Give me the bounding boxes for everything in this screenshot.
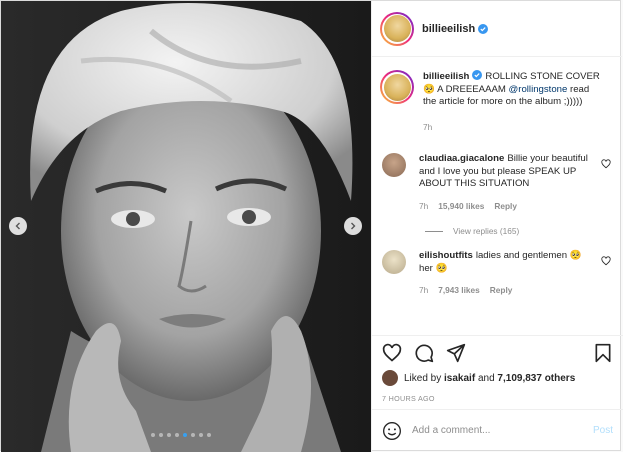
carousel-dot	[159, 433, 163, 437]
post-actions: Liked by isakaif and 7,109,837 others 7 …	[372, 335, 623, 409]
emoji-icon[interactable]	[382, 421, 402, 441]
post-time: 7 HOURS AGO	[382, 394, 435, 403]
save-button[interactable]	[593, 343, 613, 363]
comment-input[interactable]	[412, 425, 593, 436]
comment-composer: Post	[372, 409, 623, 451]
comment-likes[interactable]: 7,943 likes	[438, 284, 480, 297]
carousel-dot	[167, 433, 171, 437]
comment-username[interactable]: claudiaa.giacalone	[419, 153, 504, 164]
carousel-dot	[199, 433, 203, 437]
comment-button[interactable]	[414, 343, 434, 363]
heart-icon	[382, 343, 402, 362]
caption-avatar[interactable]	[380, 70, 414, 104]
comment-item: eilishoutfits ladies and gentlemen 🥺 her …	[380, 250, 613, 297]
view-replies-label: View replies (165)	[453, 226, 520, 236]
comment-time: 7h	[419, 285, 429, 295]
comment-time: 7h	[419, 200, 429, 211]
post-header: billieeilish	[372, 1, 622, 57]
liked-by-prefix: Liked by	[404, 372, 442, 384]
mention-link[interactable]: @rollingstone	[509, 84, 568, 95]
post-comment-button[interactable]: Post	[593, 425, 613, 436]
previous-photo-button[interactable]	[9, 217, 27, 235]
verified-icon	[478, 23, 489, 34]
reply-button[interactable]: Reply	[490, 284, 513, 297]
comment-username[interactable]: eilishoutfits	[419, 250, 473, 261]
comment-likes[interactable]: 15,940 likes	[438, 200, 484, 213]
carousel-dot	[183, 433, 187, 437]
carousel-dot	[175, 433, 179, 437]
commenter-avatar[interactable]	[382, 153, 406, 177]
share-button[interactable]	[446, 343, 466, 363]
portrait-image	[1, 1, 371, 452]
carousel-dot	[191, 433, 195, 437]
author-avatar[interactable]	[380, 11, 414, 46]
comment-like-icon[interactable]	[601, 256, 611, 266]
chevron-left-icon	[15, 222, 20, 230]
caption: billieeilish ROLLING STONE COVER 🥺 A DREE…	[380, 70, 613, 133]
carousel-dot	[151, 433, 155, 437]
carousel-indicator	[151, 433, 211, 437]
liked-by: Liked by isakaif and 7,109,837 others	[382, 370, 613, 386]
post-sidebar: billieeilish billieeilish ROLLING STONE C…	[371, 1, 623, 452]
comment-icon	[415, 344, 434, 363]
chevron-right-icon	[351, 222, 356, 230]
liked-by-and: and	[477, 372, 495, 384]
post-modal: billieeilish billieeilish ROLLING STONE C…	[0, 0, 623, 452]
comment-item: claudiaa.giacalone Billie your beautiful …	[380, 153, 613, 212]
share-icon	[446, 343, 466, 363]
comments-list: billieeilish ROLLING STONE COVER 🥺 A DREE…	[372, 58, 623, 334]
bookmark-icon	[595, 343, 611, 363]
comment-like-icon[interactable]	[601, 159, 611, 169]
view-replies-button[interactable]: View replies (165)	[425, 226, 613, 236]
next-photo-button[interactable]	[344, 217, 362, 235]
commenter-avatar[interactable]	[382, 250, 406, 274]
liker-avatar[interactable]	[382, 370, 398, 386]
carousel-dot	[207, 433, 211, 437]
post-photo[interactable]	[1, 1, 371, 452]
caption-time: 7h	[423, 121, 433, 132]
liked-by-count[interactable]: 7,109,837 others	[497, 373, 575, 384]
caption-username[interactable]: billieeilish	[423, 71, 469, 82]
verified-icon	[472, 70, 483, 80]
author-username[interactable]: billieeilish	[422, 23, 475, 35]
like-button[interactable]	[382, 343, 402, 363]
liked-by-user[interactable]: isakaif	[444, 373, 475, 384]
reply-button[interactable]: Reply	[494, 200, 517, 213]
